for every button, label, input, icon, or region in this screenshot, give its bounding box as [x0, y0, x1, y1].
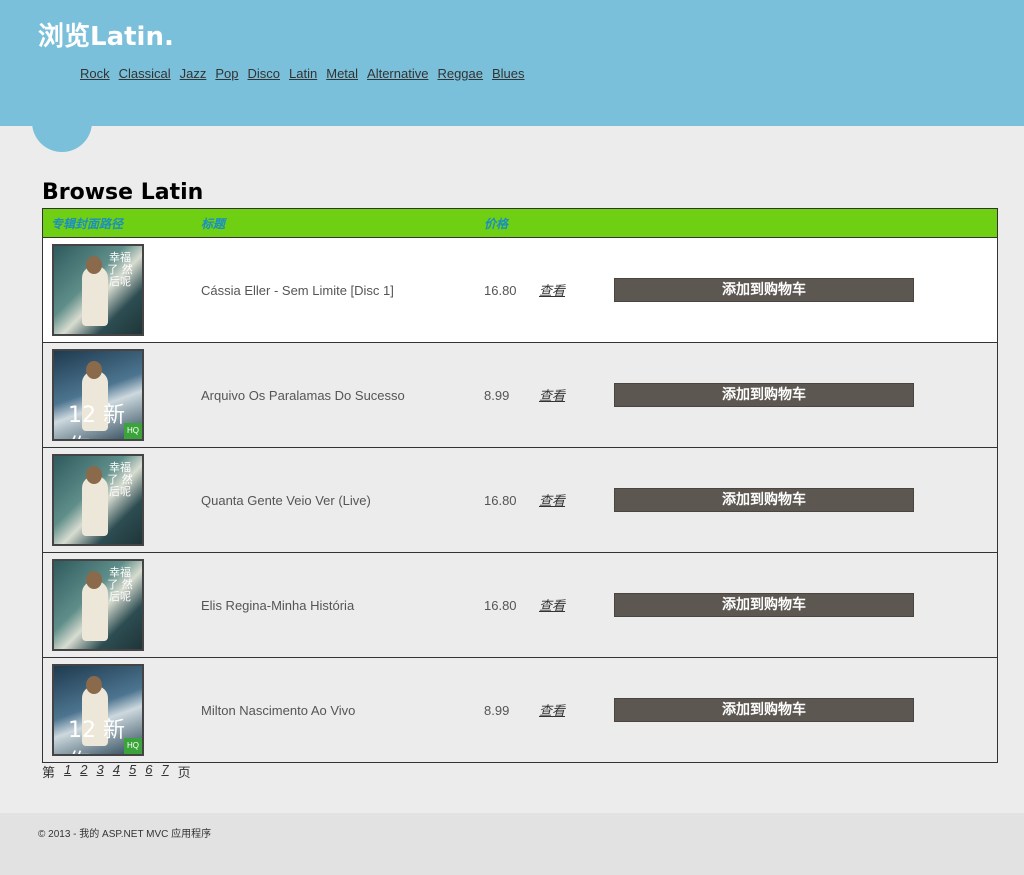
nav-link-alternative[interactable]: Alternative: [367, 66, 428, 81]
page-link[interactable]: 2: [80, 762, 87, 781]
nav-link-reggae[interactable]: Reggae: [437, 66, 483, 81]
table-row: 幸福了 然后呢 Elis Regina-Minha História 16.80…: [42, 552, 998, 658]
album-cover-image[interactable]: 幸福了 然后呢: [52, 559, 144, 651]
nav-link-metal[interactable]: Metal: [326, 66, 358, 81]
add-to-cart-button[interactable]: 添加到购物车: [614, 383, 914, 407]
nav-link-pop[interactable]: Pop: [215, 66, 238, 81]
album-price: 16.80: [484, 447, 539, 553]
album-price: 16.80: [484, 552, 539, 658]
album-price: 16.80: [484, 237, 539, 343]
album-title: Cássia Eller - Sem Limite [Disc 1]: [201, 237, 484, 343]
table-row: 幸福了 然后呢 Quanta Gente Veio Ver (Live) 16.…: [42, 447, 998, 553]
add-to-cart-button[interactable]: 添加到购物车: [614, 278, 914, 302]
album-title: Milton Nascimento Ao Vivo: [201, 657, 484, 763]
table-row: 幸福了 然后呢 Cássia Eller - Sem Limite [Disc …: [42, 237, 998, 343]
site-title: 浏览Latin.: [38, 22, 174, 52]
column-header-price: 价格: [484, 208, 539, 238]
add-to-cart-button[interactable]: 添加到购物车: [614, 698, 914, 722]
page-link[interactable]: 1: [64, 762, 71, 781]
page-title: Browse Latin: [42, 180, 204, 205]
table-row: 12 新作HQ Arquivo Os Paralamas Do Sucesso …: [42, 342, 998, 448]
nav-link-classical[interactable]: Classical: [119, 66, 171, 81]
page-link[interactable]: 3: [96, 762, 103, 781]
site-footer: © 2013 - 我的 ASP.NET MVC 应用程序: [0, 813, 1024, 875]
view-details-link[interactable]: 查看: [539, 598, 565, 613]
table-row: 12 新作HQ Milton Nascimento Ao Vivo 8.99 查…: [42, 657, 998, 763]
album-cover-image[interactable]: 12 新作HQ: [52, 349, 144, 441]
add-to-cart-button[interactable]: 添加到购物车: [614, 593, 914, 617]
album-price: 8.99: [484, 657, 539, 763]
view-details-link[interactable]: 查看: [539, 703, 565, 718]
album-cover-image[interactable]: 幸福了 然后呢: [52, 454, 144, 546]
genre-nav: Rock Classical Jazz Pop Disco Latin Meta…: [80, 66, 525, 81]
pagination-suffix: 页: [177, 765, 191, 780]
album-cover-image[interactable]: 12 新作HQ: [52, 664, 144, 756]
page-link[interactable]: 4: [113, 762, 120, 781]
album-title: Elis Regina-Minha História: [201, 552, 484, 658]
header-decoration: [32, 92, 92, 152]
page-link[interactable]: 7: [161, 762, 168, 781]
add-to-cart-button[interactable]: 添加到购物车: [614, 488, 914, 512]
nav-link-jazz[interactable]: Jazz: [180, 66, 207, 81]
column-header-cart: [594, 208, 998, 238]
page-link[interactable]: 5: [129, 762, 136, 781]
nav-link-disco[interactable]: Disco: [248, 66, 281, 81]
view-details-link[interactable]: 查看: [539, 388, 565, 403]
copyright-text: © 2013 - 我的 ASP.NET MVC 应用程序: [38, 829, 212, 840]
album-cover-image[interactable]: 幸福了 然后呢: [52, 244, 144, 336]
nav-link-blues[interactable]: Blues: [492, 66, 525, 81]
album-table: 专辑封面路径 标题 价格 幸福了 然后呢 Cássia Eller - Sem …: [42, 208, 998, 763]
site-header: 浏览Latin. Rock Classical Jazz Pop Disco L…: [0, 0, 1024, 126]
pagination: 第 1 2 3 4 5 6 7 页: [42, 762, 191, 781]
view-details-link[interactable]: 查看: [539, 283, 565, 298]
column-header-title: 标题: [201, 208, 484, 238]
view-details-link[interactable]: 查看: [539, 493, 565, 508]
album-title: Arquivo Os Paralamas Do Sucesso: [201, 342, 484, 448]
album-title: Quanta Gente Veio Ver (Live): [201, 447, 484, 553]
table-header-row: 专辑封面路径 标题 价格: [42, 208, 998, 238]
nav-link-latin[interactable]: Latin: [289, 66, 317, 81]
nav-link-rock[interactable]: Rock: [80, 66, 110, 81]
album-price: 8.99: [484, 342, 539, 448]
column-header-cover: 专辑封面路径: [42, 208, 201, 238]
pagination-prefix: 第: [42, 765, 56, 780]
page-link[interactable]: 6: [145, 762, 152, 781]
column-header-view: [539, 208, 594, 238]
